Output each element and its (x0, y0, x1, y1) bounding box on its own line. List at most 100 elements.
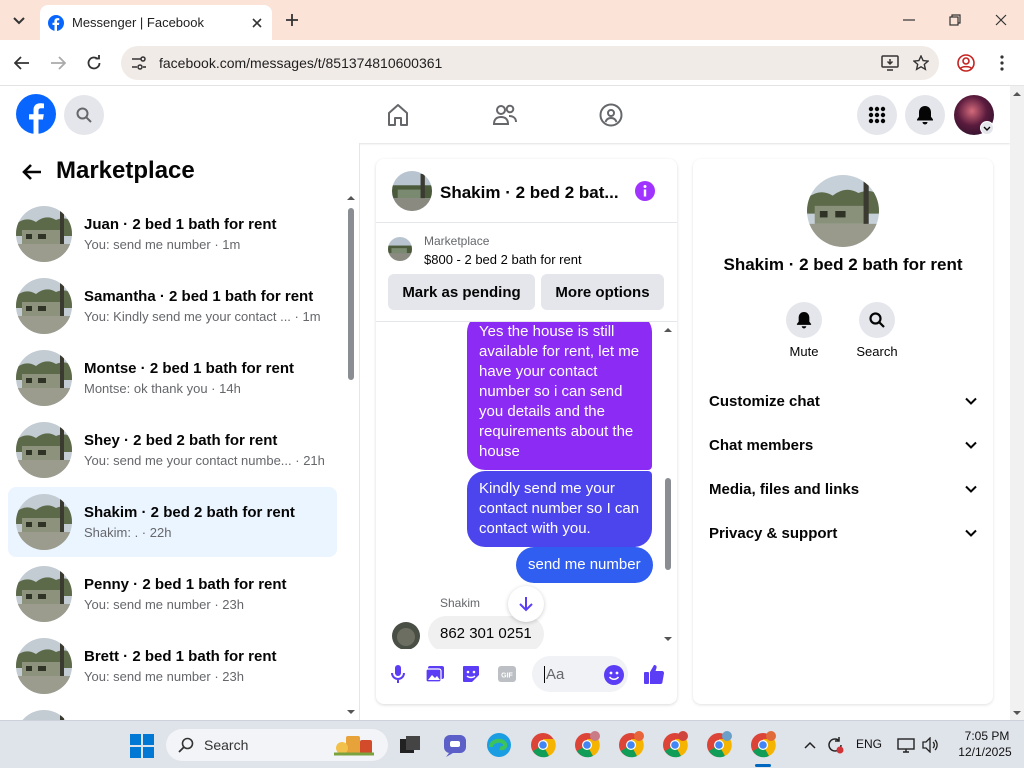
contact-name: Shakim · 2 bed 2 bath for rent (723, 255, 963, 274)
mute-bell-icon[interactable] (786, 302, 822, 338)
new-tab-icon[interactable] (282, 10, 302, 30)
page-scrollbar[interactable] (1010, 86, 1024, 720)
facebook-header (0, 86, 1010, 143)
chrome-profile-3-icon[interactable] (661, 731, 689, 759)
like-thumbs-up-icon[interactable] (642, 662, 666, 686)
sticker-icon[interactable] (460, 662, 482, 686)
more-options-button[interactable]: More options (541, 274, 664, 310)
search-icon[interactable] (64, 95, 104, 135)
message-bubble-outgoing[interactable]: Yes the house is still available for ren… (467, 322, 652, 470)
search-chat-icon[interactable] (859, 302, 895, 338)
browser-menu-icon[interactable] (992, 53, 1012, 73)
scroll-to-bottom-icon[interactable] (508, 586, 544, 622)
facebook-logo-icon[interactable] (16, 94, 56, 134)
account-chevron-icon[interactable] (980, 121, 994, 135)
teams-chat-icon[interactable] (441, 731, 469, 759)
emoji-icon[interactable] (603, 664, 625, 686)
network-icon[interactable] (895, 734, 917, 756)
conversation-item[interactable]: Penny · 2 bed 1 bath for rent You: send m… (8, 559, 337, 629)
conversation-name: Shakim · 2 bed 2 bath for rent (84, 504, 295, 521)
chevron-down-icon (965, 485, 977, 493)
conversation-item[interactable]: Montse · 2 bed 1 bath for rent Montse: ok… (8, 343, 337, 413)
search-highlight-icon (330, 732, 382, 758)
conversation-item[interactable]: Brett · 2 bed 1 bath for rent You: send m… (8, 631, 337, 701)
message-scrollbar-thumb[interactable] (665, 478, 671, 570)
minimize-icon[interactable] (898, 10, 920, 30)
chrome-profile-5-active-icon[interactable] (749, 731, 777, 759)
back-arrow-icon[interactable] (20, 160, 44, 184)
url-text: facebook.com/messages/t/851374810600361 (159, 55, 443, 71)
windows-taskbar: Search ENG 7:05 PM 12/1/2025 (0, 720, 1024, 768)
taskbar-search-box[interactable]: Search (166, 729, 388, 761)
message-scrollbar[interactable] (661, 322, 675, 649)
friends-icon[interactable] (491, 102, 519, 128)
chat-title[interactable]: Shakim · 2 bed 2 bat... (440, 183, 619, 203)
conversation-scrollbar[interactable] (344, 193, 358, 717)
menu-grid-icon[interactable] (857, 95, 897, 135)
show-hidden-icons-chevron[interactable] (800, 735, 820, 755)
composer: GIF Aa (376, 656, 677, 692)
close-tab-icon[interactable] (252, 17, 262, 28)
notifications-bell-icon[interactable] (905, 95, 945, 135)
conversation-snippet: Montse: ok thank you · 14h (84, 381, 241, 396)
facebook-favicon-icon (48, 14, 64, 31)
tab-list-chevron-icon[interactable] (8, 10, 30, 32)
clock-time[interactable]: 7:05 PM (958, 729, 1016, 743)
message-area: Yes the house is still available for ren… (376, 321, 677, 649)
info-icon[interactable] (635, 181, 655, 201)
sync-status-icon[interactable] (824, 734, 846, 756)
chat-members-row[interactable]: Chat members (709, 425, 977, 465)
task-view-icon[interactable] (396, 731, 424, 759)
conversation-snippet: You: send me number · 23h (84, 597, 244, 612)
conversation-item[interactable]: Shey · 2 bed 2 bath for rent You: send me… (8, 415, 337, 485)
chrome-icon[interactable] (529, 731, 557, 759)
photo-icon[interactable] (424, 662, 446, 686)
listing-thumb[interactable] (388, 237, 412, 261)
message-bubble-outgoing[interactable]: send me number (516, 547, 653, 583)
panel-title: Marketplace (56, 157, 195, 184)
conversation-name: Montse · 2 bed 1 bath for rent (84, 360, 295, 377)
clock-date[interactable]: 12/1/2025 (950, 745, 1020, 759)
home-icon[interactable] (384, 102, 412, 128)
conversation-scrollbar-thumb[interactable] (348, 208, 354, 380)
privacy-support-row[interactable]: Privacy & support (709, 513, 977, 553)
customize-chat-row[interactable]: Customize chat (709, 381, 977, 421)
bookmark-star-icon[interactable] (913, 55, 929, 71)
language-indicator[interactable]: ENG (856, 737, 882, 751)
reload-icon[interactable] (84, 53, 104, 73)
conversation-item[interactable]: Samantha · 2 bed 1 bath for rent You: Kin… (8, 271, 337, 341)
volume-icon[interactable] (919, 734, 941, 756)
message-bubble-outgoing[interactable]: Kindly send me your contact number so I … (467, 471, 652, 547)
conversation-item[interactable]: Luz Clarita · 2 bed 1 bath for rent (8, 703, 337, 720)
chrome-profile-4-icon[interactable] (705, 731, 733, 759)
mark-as-pending-button[interactable]: Mark as pending (388, 274, 535, 310)
chrome-profile-2-icon[interactable] (617, 731, 645, 759)
chrome-profile-1-icon[interactable] (573, 731, 601, 759)
conversation-thumbnail (16, 206, 72, 262)
maximize-icon[interactable] (944, 10, 966, 30)
chat-avatar[interactable] (392, 171, 432, 211)
sender-avatar[interactable] (392, 622, 420, 649)
conversation-item[interactable]: Juan · 2 bed 1 bath for rent You: send me… (8, 199, 337, 269)
windows-start-icon[interactable] (130, 734, 154, 758)
edge-browser-icon[interactable] (485, 731, 513, 759)
media-files-links-row[interactable]: Media, files and links (709, 469, 977, 509)
browser-tab[interactable]: Messenger | Facebook (40, 5, 272, 40)
groups-icon[interactable] (597, 102, 625, 128)
microphone-icon[interactable] (388, 662, 408, 686)
search-label[interactable]: Search (847, 344, 907, 359)
gif-icon[interactable]: GIF (496, 662, 518, 686)
address-bar[interactable]: facebook.com/messages/t/851374810600361 (121, 46, 939, 80)
contact-avatar[interactable] (807, 175, 879, 247)
conversation-thumbnail (16, 638, 72, 694)
conversation-item[interactable]: Shakim · 2 bed 2 bath for rent Shakim: . … (8, 487, 337, 557)
conversation-snippet: You: Kindly send me your contact ... · 1… (84, 309, 321, 324)
close-window-icon[interactable] (990, 10, 1012, 30)
profile-icon[interactable] (956, 53, 976, 73)
mute-label[interactable]: Mute (774, 344, 834, 359)
install-app-icon[interactable] (881, 55, 899, 71)
site-info-icon[interactable] (131, 56, 147, 70)
forward-icon[interactable] (48, 53, 68, 73)
listing-title[interactable]: $800 - 2 bed 2 bath for rent (424, 252, 582, 267)
back-icon[interactable] (12, 53, 32, 73)
